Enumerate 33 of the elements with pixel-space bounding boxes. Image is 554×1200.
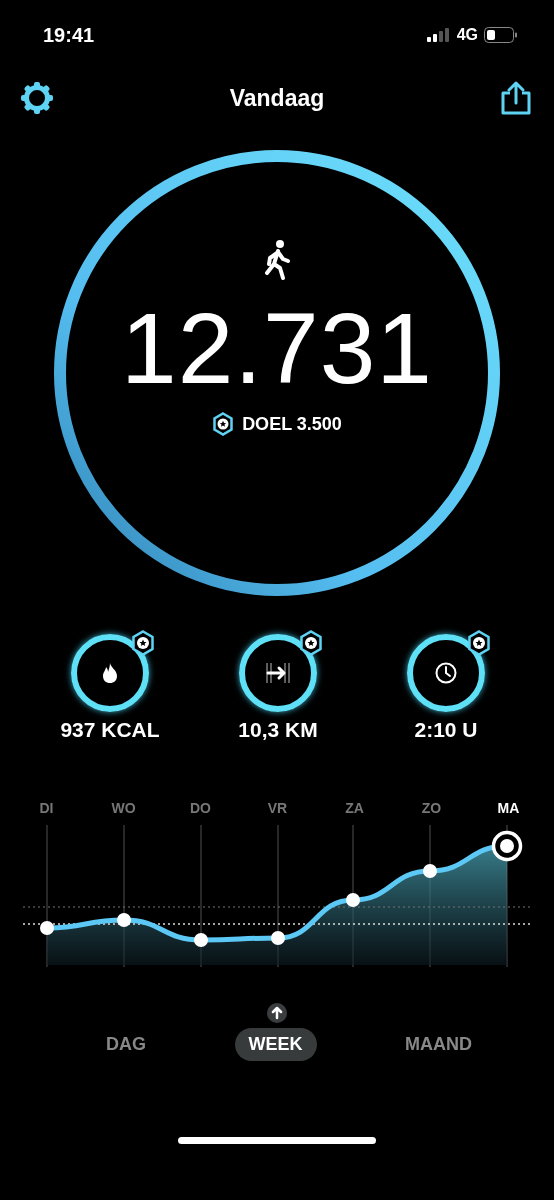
- screen-title: Vandaag: [229, 84, 325, 112]
- clock-icon: [435, 662, 457, 684]
- period-tab[interactable]: DAG: [92, 1028, 160, 1061]
- signal-icon: [426, 28, 451, 42]
- settings-icon[interactable]: [20, 81, 54, 115]
- period-tab[interactable]: MAAND: [391, 1028, 486, 1061]
- status-time: 19:41: [43, 23, 95, 47]
- stat-value: 10,3 KM: [238, 718, 318, 742]
- chart-point: [346, 893, 360, 907]
- chart-point: [117, 913, 131, 927]
- step-count: 12.731: [121, 298, 433, 398]
- day-label[interactable]: DO: [162, 800, 239, 816]
- chart-point: [40, 921, 54, 935]
- day-label[interactable]: VR: [239, 800, 316, 816]
- goal-label: DOEL 3.500: [242, 413, 342, 435]
- stat-value: 937 KCAL: [60, 718, 160, 742]
- day-label[interactable]: DI: [8, 800, 85, 816]
- day-label[interactable]: WO: [85, 800, 162, 816]
- goal-badge-icon: [212, 412, 235, 436]
- share-icon[interactable]: [500, 81, 532, 115]
- selected-point[interactable]: [491, 830, 523, 862]
- battery-icon: [484, 27, 518, 43]
- chart-point: [423, 864, 437, 878]
- flame-icon: [101, 662, 119, 684]
- day-label[interactable]: MA: [470, 800, 547, 816]
- chart-point: [271, 931, 285, 945]
- distance-arrow-icon: [265, 662, 291, 684]
- period-tab[interactable]: WEEK: [234, 1028, 317, 1061]
- chart-point: [194, 933, 208, 947]
- day-label[interactable]: ZA: [316, 800, 393, 816]
- stat-value: 2:10 U: [414, 718, 478, 742]
- network-label: 4G: [456, 26, 478, 44]
- day-label[interactable]: ZO: [393, 800, 470, 816]
